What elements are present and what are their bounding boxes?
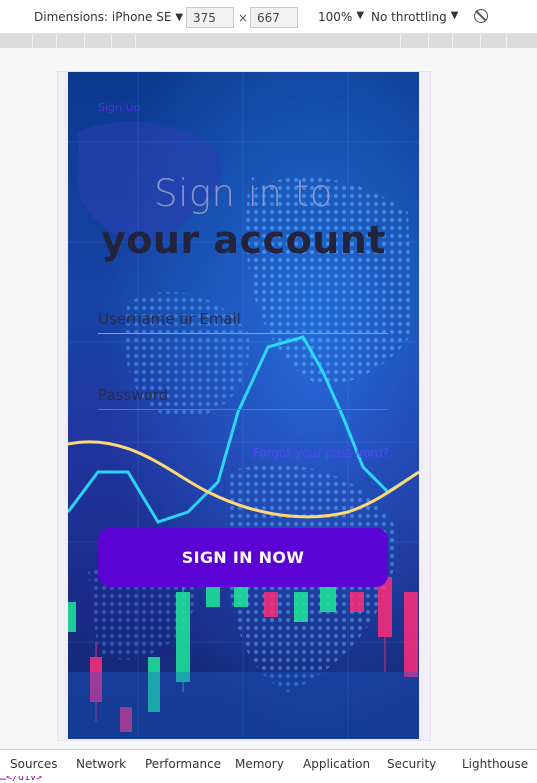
chevron-down-icon: ▼ [450, 10, 459, 21]
device-frame: Sign Up Sign in to your account Forgot y… [57, 71, 431, 741]
devtools-tab-bar: Sources Network Performance Memory Appli… [0, 749, 537, 777]
tab-memory[interactable]: Memory [235, 757, 284, 771]
dom-tree-snippet: …</div> [0, 776, 537, 783]
page-title-line2: your account [101, 218, 386, 262]
width-input[interactable] [186, 7, 234, 28]
login-screen: Sign Up Sign in to your account Forgot y… [68, 72, 419, 739]
throttling-label: No throttling [371, 10, 447, 24]
username-field[interactable] [98, 304, 388, 334]
throttling-dropdown[interactable]: No throttling ▼ [371, 10, 458, 24]
sign-in-button[interactable]: SIGN IN NOW [98, 528, 388, 587]
tab-sources[interactable]: Sources [10, 757, 57, 771]
block-icon[interactable] [474, 9, 488, 23]
times-separator: × [238, 11, 249, 25]
tab-security[interactable]: Security [387, 757, 436, 771]
forgot-password-link[interactable]: Forgot your password? [253, 446, 389, 460]
height-input[interactable] [250, 7, 298, 28]
dimensions-label: Dimensions: iPhone SE [34, 10, 172, 24]
tab-application[interactable]: Application [303, 757, 370, 771]
zoom-label: 100% [318, 10, 353, 24]
media-query-ruler [0, 34, 537, 48]
tab-performance[interactable]: Performance [145, 757, 221, 771]
page-title-line1: Sign in to [154, 172, 333, 215]
chevron-down-icon: ▼ [175, 11, 184, 23]
signup-link[interactable]: Sign Up [98, 101, 141, 114]
dimensions-dropdown[interactable]: Dimensions: iPhone SE ▼ [34, 10, 183, 24]
password-field[interactable] [98, 380, 388, 410]
tab-lighthouse[interactable]: Lighthouse [462, 757, 528, 771]
device-toolbar: Dimensions: iPhone SE ▼ × 100% ▼ No thro… [0, 0, 537, 34]
chevron-down-icon: ▼ [356, 10, 365, 21]
tab-network[interactable]: Network [76, 757, 126, 771]
zoom-dropdown[interactable]: 100% ▼ [318, 10, 364, 24]
